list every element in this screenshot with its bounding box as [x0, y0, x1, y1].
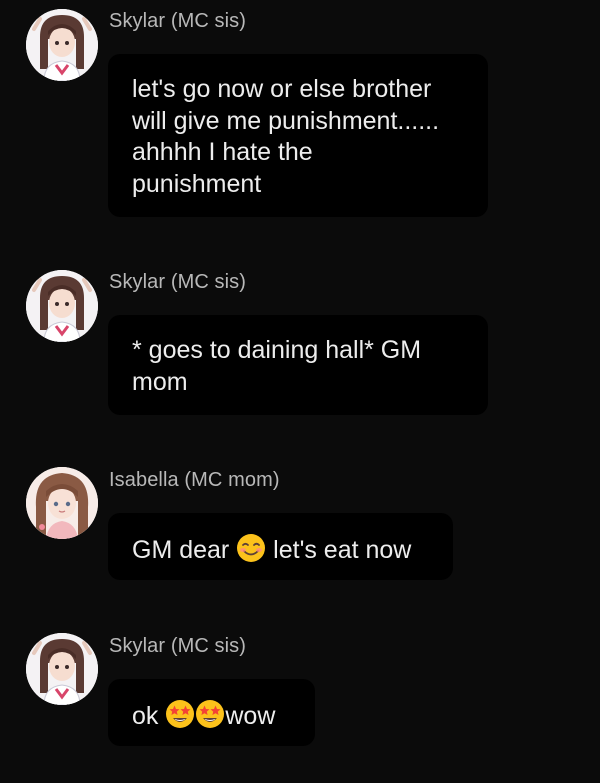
avatar[interactable]: [26, 633, 98, 705]
message-text-line: ok wow: [132, 699, 291, 733]
message-text: ok: [132, 702, 159, 730]
message-text: GM dear: [132, 536, 230, 564]
star-struck-emoji-icon: [195, 699, 225, 729]
message-text-line: punishment: [132, 169, 262, 198]
message-text-line: ahhhh I hate the: [132, 138, 313, 166]
skylar-avatar-image: [26, 270, 98, 342]
message-text-line: GM dear let's eat now: [132, 533, 429, 567]
sender-name: Skylar (MC sis): [109, 10, 247, 32]
isabella-avatar-image: [26, 467, 98, 539]
skylar-avatar-image: [26, 9, 98, 81]
message-text: let's eat now: [273, 536, 412, 564]
message-bubble[interactable]: let's go now or else brother will give m…: [108, 54, 488, 217]
star-struck-emoji-icon: [165, 699, 195, 729]
sender-name: Isabella (MC mom): [109, 469, 280, 491]
skylar-avatar-image: [26, 633, 98, 705]
sender-name: Skylar (MC sis): [109, 271, 247, 293]
avatar[interactable]: [26, 270, 98, 342]
message-text-line: * goes to daining hall* GM: [132, 336, 422, 364]
avatar[interactable]: [26, 467, 98, 539]
message-bubble[interactable]: GM dear let's eat now: [108, 513, 453, 580]
message-bubble[interactable]: ok wow: [108, 679, 315, 746]
avatar[interactable]: [26, 9, 98, 81]
message-text-line: will give me punishment......: [132, 106, 440, 135]
message-bubble[interactable]: * goes to daining hall* GM mom: [108, 315, 488, 415]
message-text-line: mom: [132, 367, 188, 396]
sender-name: Skylar (MC sis): [109, 635, 247, 657]
message-text-line: let's go now or else brother: [132, 75, 432, 103]
smiling-face-emoji-icon: [236, 533, 266, 563]
message-text: wow: [225, 702, 276, 730]
